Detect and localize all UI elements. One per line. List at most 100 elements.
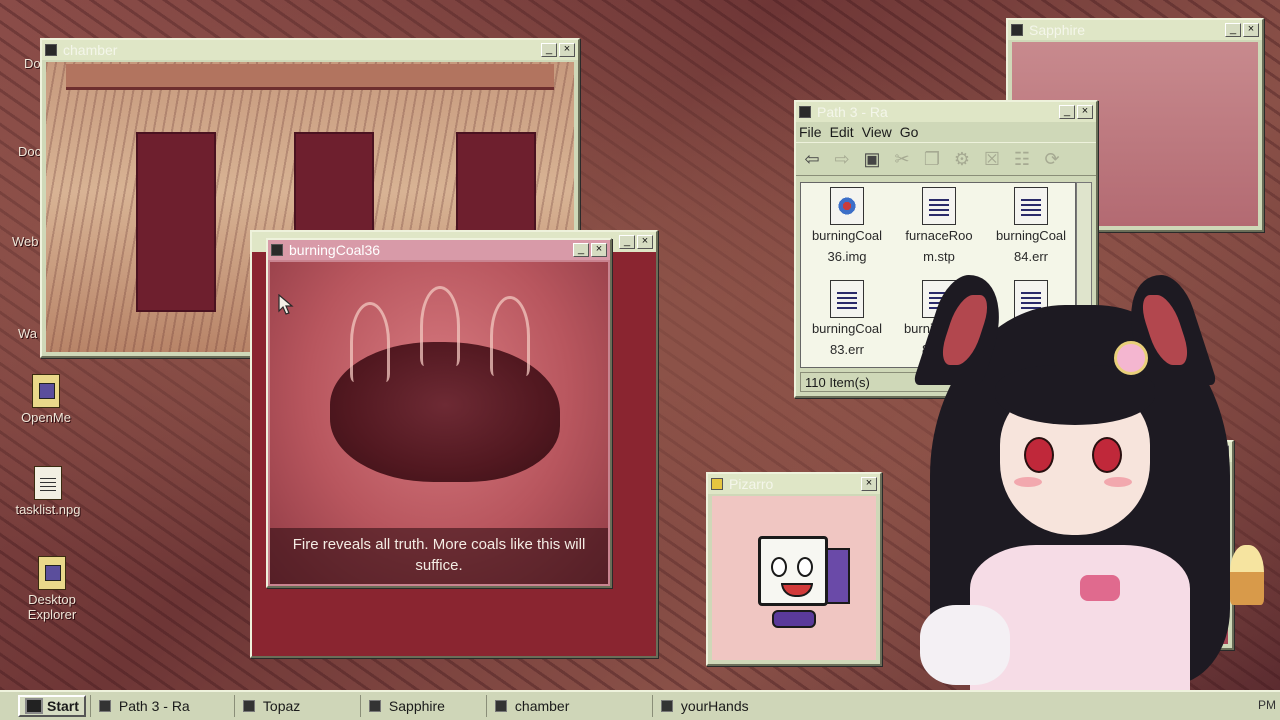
chamber-door-left: [136, 132, 216, 312]
error-file-icon: [1014, 187, 1048, 225]
file-name: burningCoal: [995, 228, 1067, 243]
file-item[interactable]: burningCoal 83.err: [801, 276, 893, 369]
window-icon: [242, 700, 255, 712]
file-item[interactable]: furnaceRoo m.stp: [893, 183, 985, 276]
coal-outer-background: [256, 582, 652, 652]
file-ext: 83.err: [830, 342, 864, 357]
document-icon: [34, 466, 62, 500]
file-item[interactable]: burningCoal 36.img: [801, 183, 893, 276]
minimize-button[interactable]: _: [541, 43, 557, 57]
error-file-icon: [830, 280, 864, 318]
start-button[interactable]: Start: [18, 695, 86, 717]
burning-coal-image: Fire reveals all truth. More coals like …: [270, 262, 608, 584]
pizarro-titlebar[interactable]: Pizarro ×: [708, 474, 880, 494]
image-file-icon: [830, 187, 864, 225]
chamber-titlebar[interactable]: chamber _ ×: [42, 40, 578, 60]
file-ext: m.stp: [923, 249, 955, 264]
flame-shape: [490, 296, 530, 376]
window-icon: [368, 700, 381, 712]
desktop-icon-label-wa[interactable]: Wa: [18, 326, 37, 341]
taskbar-item-yourhands[interactable]: yourHands: [651, 695, 792, 717]
window-title: chamber: [63, 42, 118, 58]
close-button[interactable]: ×: [637, 235, 653, 249]
mascot-mouth: [781, 583, 813, 597]
folder-icon: [32, 374, 60, 408]
avatar-blush: [1104, 477, 1132, 487]
file-ext: 36.img: [827, 249, 867, 264]
copy-icon[interactable]: ❐: [920, 148, 944, 170]
avatar-ribbon: [1080, 575, 1120, 601]
pizarro-assistant-image: [712, 496, 876, 660]
close-button[interactable]: ×: [559, 43, 575, 57]
desktop-icon-label: Desktop Explorer: [27, 592, 77, 622]
menu-view[interactable]: View: [862, 124, 892, 140]
file-item[interactable]: burningCoal 84.err: [985, 183, 1077, 276]
file-ext: 84.err: [1014, 249, 1048, 264]
window-title: Sapphire: [1029, 22, 1086, 38]
settings-icon[interactable]: ⚙: [950, 148, 974, 170]
minimize-button[interactable]: _: [573, 243, 589, 257]
start-label: Start: [47, 698, 79, 714]
taskbar-clock: PM: [1258, 698, 1276, 712]
desktop-icon-label: OpenMe: [21, 410, 71, 425]
file-name: furnaceRoo: [905, 228, 973, 243]
start-logo-icon: [25, 698, 43, 714]
folder-icon: [38, 556, 66, 590]
file-name: burningCoal: [811, 228, 883, 243]
coal-caption: Fire reveals all truth. More coals like …: [270, 528, 608, 584]
taskbar-item-chamber[interactable]: chamber: [485, 695, 646, 717]
taskbar-item-label: Topaz: [262, 698, 301, 714]
window-icon: [271, 244, 283, 256]
pizarro-window[interactable]: Pizarro ×: [706, 472, 882, 666]
close-button[interactable]: ×: [591, 243, 607, 257]
path-titlebar[interactable]: Path 3 - Ra _ ×: [796, 102, 1096, 122]
taskbar-item-label: chamber: [514, 698, 570, 714]
menu-go[interactable]: Go: [900, 124, 919, 140]
window-icon: [1011, 24, 1023, 36]
taskbar-item-path[interactable]: Path 3 - Ra: [89, 695, 210, 717]
chamber-lintel: [66, 64, 554, 90]
desktop-icon-label-doc[interactable]: Doc: [18, 144, 41, 159]
minimize-button[interactable]: _: [619, 235, 635, 249]
desktop-icon-label-web[interactable]: Web: [12, 234, 39, 249]
close-button[interactable]: ×: [1077, 105, 1093, 119]
up-folder-icon[interactable]: ▣: [860, 148, 884, 170]
desktop-icon-tasklist[interactable]: tasklist.npg: [8, 466, 88, 517]
forward-arrow-icon[interactable]: ⇨: [830, 148, 854, 170]
avatar-blush: [1014, 477, 1042, 487]
close-button[interactable]: ×: [861, 477, 877, 491]
back-arrow-icon[interactable]: ⇦: [800, 148, 824, 170]
menu-bar: File Edit View Go: [796, 122, 1096, 142]
delete-icon[interactable]: ☒: [980, 148, 1004, 170]
burning-coal-titlebar[interactable]: burningCoal36 _ ×: [268, 240, 610, 260]
mascot-body: [758, 536, 828, 606]
sapphire-titlebar[interactable]: Sapphire _ ×: [1008, 20, 1262, 40]
donut-hairclip-icon: [1114, 341, 1148, 375]
mascot-feet: [772, 610, 816, 628]
file-name: burningCoal: [811, 321, 883, 336]
vtuber-avatar: [900, 275, 1280, 690]
window-icon: [45, 44, 57, 56]
toolbar: ⇦ ⇨ ▣ ✂ ❐ ⚙ ☒ ☷ ⟳: [796, 142, 1096, 176]
taskbar-item-topaz[interactable]: Topaz: [233, 695, 354, 717]
window-icon: [98, 700, 111, 712]
mascot-eye: [771, 557, 787, 577]
properties-icon[interactable]: ☷: [1010, 148, 1034, 170]
menu-file[interactable]: File: [799, 124, 822, 140]
close-button[interactable]: ×: [1243, 23, 1259, 37]
cut-icon[interactable]: ✂: [890, 148, 914, 170]
minimize-button[interactable]: _: [1059, 105, 1075, 119]
window-title: burningCoal36: [289, 242, 381, 258]
refresh-icon[interactable]: ⟳: [1040, 148, 1064, 170]
menu-edit[interactable]: Edit: [830, 124, 854, 140]
mascot-eye: [797, 557, 813, 577]
mouse-cursor-icon: [278, 294, 294, 315]
desktop-icon-desktop-explorer[interactable]: Desktop Explorer: [12, 556, 92, 622]
flame-shape: [420, 286, 460, 366]
taskbar-item-sapphire[interactable]: Sapphire: [359, 695, 480, 717]
window-title: Path 3 - Ra: [817, 104, 888, 120]
burning-coal-window[interactable]: burningCoal36 _ × Fire reveals all truth…: [266, 238, 612, 588]
avatar-eye: [1024, 437, 1054, 473]
minimize-button[interactable]: _: [1225, 23, 1241, 37]
desktop-icon-openme[interactable]: OpenMe: [6, 374, 86, 425]
